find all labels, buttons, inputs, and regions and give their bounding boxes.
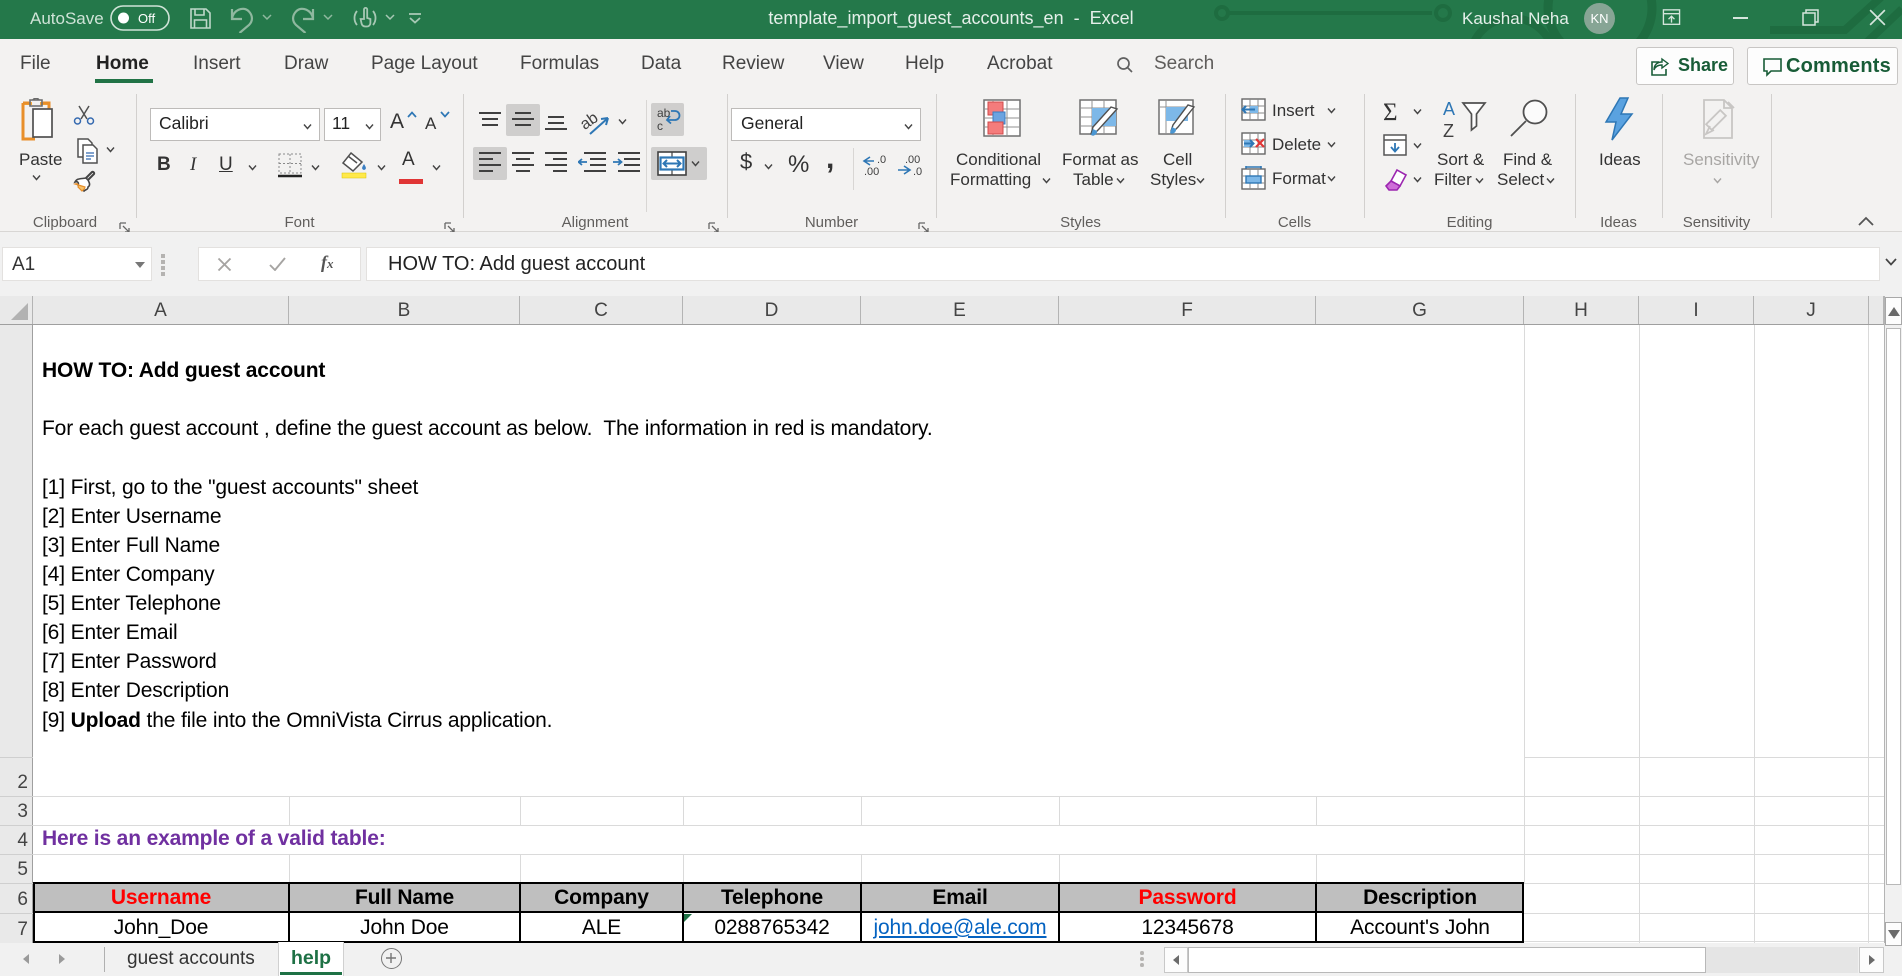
svg-text:.00: .00 — [864, 166, 879, 176]
svg-text:A: A — [1443, 100, 1455, 119]
svg-text:.00: .00 — [905, 154, 920, 166]
svg-text:ab: ab — [580, 109, 602, 133]
svg-text:c: c — [657, 119, 663, 132]
svg-text:.0: .0 — [877, 154, 886, 166]
svg-text:.0: .0 — [913, 166, 922, 176]
svg-text:Z: Z — [1443, 121, 1454, 140]
